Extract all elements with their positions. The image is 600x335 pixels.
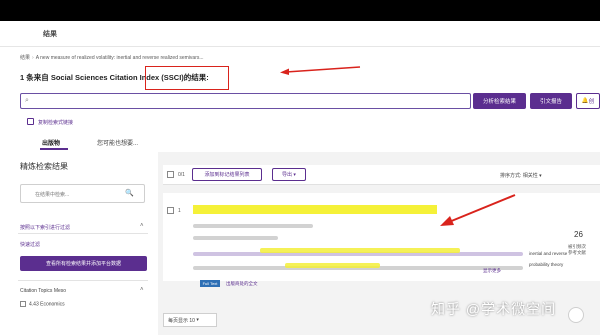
- annotation-arrow-top: [280, 66, 361, 75]
- breadcrumb-home[interactable]: 结果: [20, 55, 30, 61]
- divider: [18, 280, 148, 281]
- topic-filter-item[interactable]: 4.43 Economics: [20, 301, 65, 307]
- refine-title: 精炼检索结果: [20, 162, 68, 171]
- abstract-highlight: [260, 248, 460, 253]
- chevron-up-icon[interactable]: ˄: [140, 287, 144, 293]
- topic-filter-label: 4.43 Economics: [29, 301, 65, 308]
- record-number: 1: [178, 208, 181, 214]
- copy-query-link[interactable]: 复制检索式链接: [38, 119, 73, 126]
- abstract-snippet-2: probability theory: [529, 262, 564, 267]
- watermark: 知乎 @学术微空间: [431, 301, 557, 317]
- citation-report-button[interactable]: 引文报告: [530, 93, 572, 109]
- export-button[interactable]: 导出 ▾: [272, 168, 306, 181]
- blurred-source-line: [193, 236, 278, 240]
- sort-dropdown[interactable]: 排序方式: 相关性 ▾: [500, 172, 542, 179]
- chevron-down-icon: ▾: [537, 173, 542, 179]
- export-label: 导出: [282, 172, 293, 178]
- annotation-red-box: [145, 66, 229, 90]
- search-icon: ⌕: [25, 97, 29, 104]
- pagination-control[interactable]: [568, 307, 584, 323]
- citation-topics-label[interactable]: Citation Topics Meso: [20, 288, 66, 294]
- show-more-link[interactable]: 显示更多: [483, 268, 501, 274]
- divider: [18, 233, 148, 234]
- annotation-arrow-record: [440, 194, 516, 226]
- analyze-results-button[interactable]: 分析检索结果: [473, 93, 526, 109]
- page-size-select[interactable]: 每页显示 10 ▾: [163, 313, 217, 327]
- selected-count: 0/1: [178, 172, 185, 178]
- quick-filter-title: 快速过滤: [20, 242, 41, 248]
- abstract-highlight: [285, 263, 380, 268]
- bell-icon: 🔔: [581, 98, 589, 104]
- abstract-snippet-1: inertial and reverse: [529, 251, 568, 256]
- navigation-bar: 结果: [0, 21, 600, 47]
- publisher-full-text-link[interactable]: 出版商处的全文: [226, 281, 258, 287]
- full-text-badge[interactable]: Full Text: [200, 280, 220, 287]
- sort-label: 排序方式: 相关性: [500, 173, 538, 179]
- black-top-bar: [0, 0, 600, 21]
- create-alert-button[interactable]: 🔔 创: [576, 93, 600, 109]
- refine-search-input[interactable]: 在结果中检索... 🔍: [20, 184, 145, 203]
- blurred-author-line: [193, 224, 313, 228]
- create-alert-label: 创: [588, 99, 595, 105]
- breadcrumb: 结果 › A new measure of realized volatility:…: [20, 54, 204, 61]
- index-filter-label[interactable]: 按照以下索引进行过滤: [20, 224, 70, 231]
- page-size-label: 每页显示 10: [168, 317, 195, 324]
- add-to-marked-list-button[interactable]: 添加到标记结果列表: [192, 168, 262, 181]
- select-all-checkbox[interactable]: [167, 171, 174, 178]
- record-checkbox[interactable]: [167, 207, 174, 214]
- citation-label: 被引频次 参考文献: [568, 244, 586, 255]
- active-tab-indicator: [40, 148, 68, 150]
- add-platform-data-button[interactable]: 查看所有检索结果并添加平台数据: [20, 256, 147, 271]
- breadcrumb-current: A new measure of realized volatility: in…: [35, 55, 204, 61]
- search-icon[interactable]: 🔍: [125, 189, 134, 197]
- chevron-down-icon: ▾: [292, 171, 296, 178]
- breadcrumb-separator: ›: [32, 55, 34, 61]
- record-title-highlight[interactable]: [193, 205, 437, 214]
- link-icon: [27, 118, 34, 125]
- nav-results-link[interactable]: 结果: [43, 29, 57, 39]
- checkbox[interactable]: [20, 301, 26, 307]
- tab-you-may-also-like[interactable]: 您可能也想要...: [97, 138, 138, 147]
- search-input[interactable]: ⌕: [20, 93, 471, 109]
- tab-publications[interactable]: 出版物: [42, 138, 60, 147]
- chevron-down-icon: ▾: [194, 317, 199, 323]
- refine-placeholder: 在结果中检索...: [35, 192, 70, 198]
- chevron-up-icon[interactable]: ˄: [140, 223, 144, 229]
- citation-count[interactable]: 26: [574, 230, 583, 239]
